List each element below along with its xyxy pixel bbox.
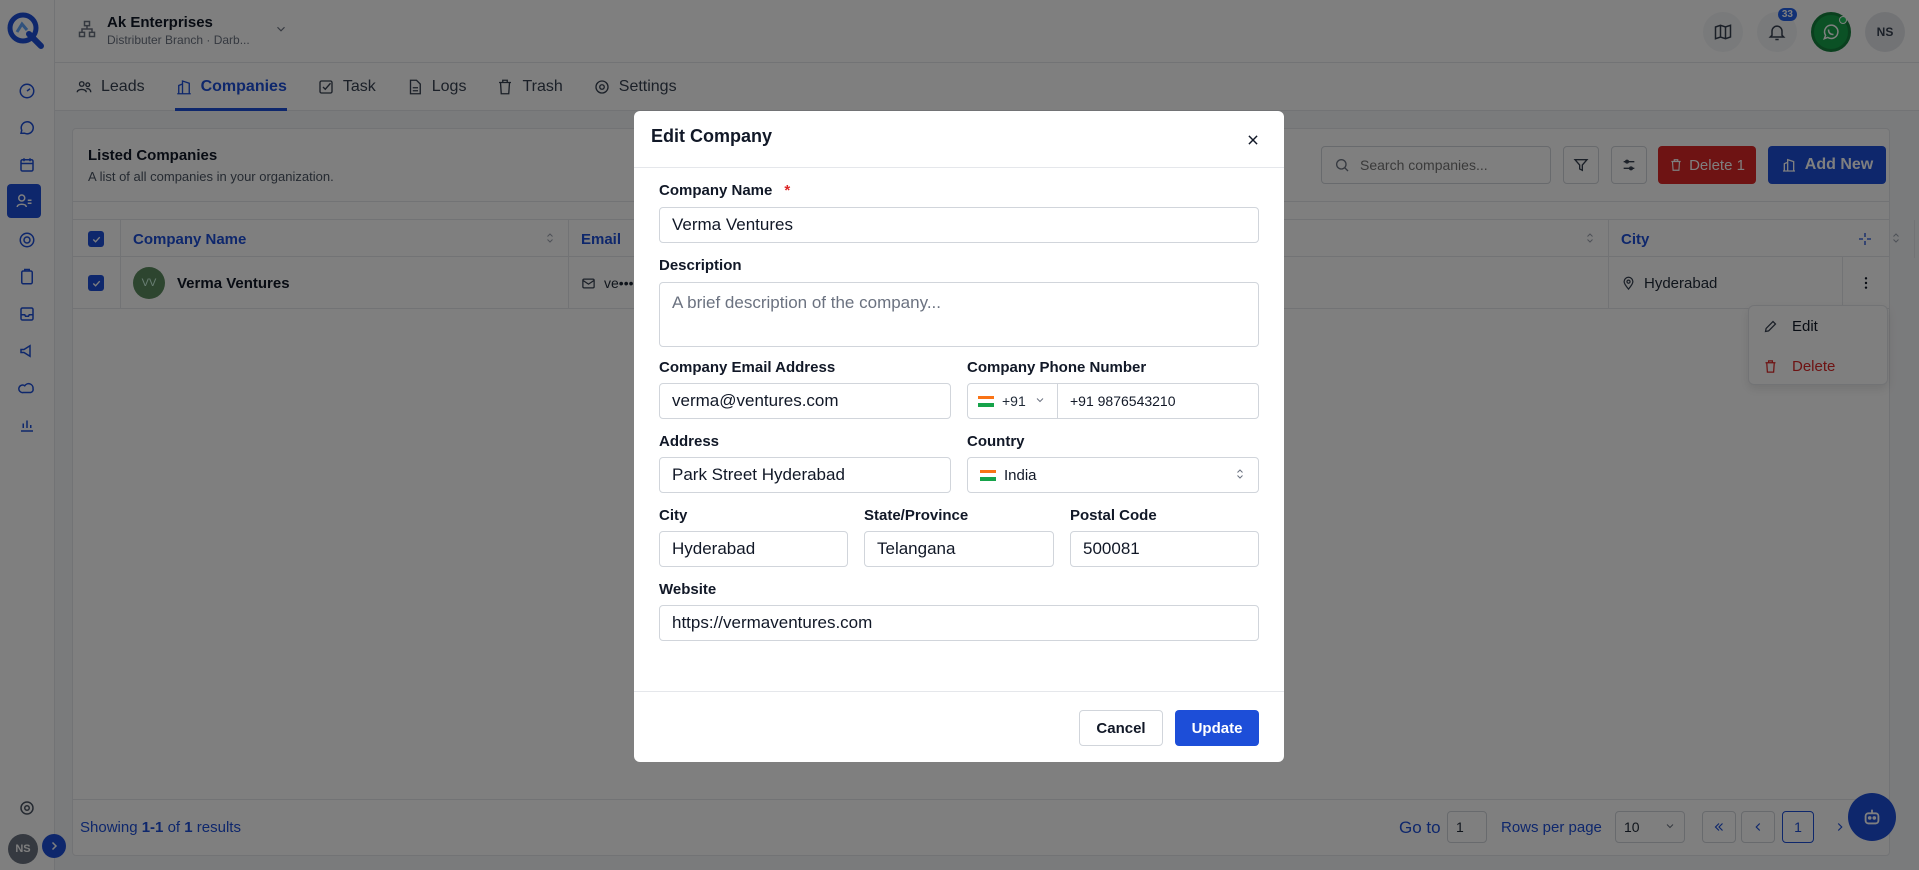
phone-country-code-select[interactable]: +91 [967, 383, 1058, 419]
company-name-input[interactable]: Verma Ventures [659, 207, 1259, 243]
city-label: City [659, 507, 688, 524]
phone-code-value: +91 [1002, 393, 1026, 409]
phone-label: Company Phone Number [967, 359, 1147, 376]
email-label: Company Email Address [659, 359, 836, 376]
phone-input[interactable]: +91 9876543210 [1057, 383, 1259, 419]
close-button[interactable] [1244, 131, 1262, 149]
country-label: Country [967, 433, 1025, 450]
city-input[interactable]: Hyderabad [659, 531, 848, 567]
description-textarea[interactable]: A brief description of the company... [659, 282, 1259, 347]
country-value: India [1004, 466, 1037, 484]
update-button[interactable]: Update [1175, 710, 1259, 746]
india-flag-icon [978, 395, 994, 407]
postal-label: Postal Code [1070, 507, 1157, 524]
state-input[interactable]: Telangana [864, 531, 1054, 567]
required-asterisk: * [784, 182, 791, 199]
edit-company-modal: Edit Company Company Name * Verma Venture… [634, 111, 1284, 762]
email-input[interactable]: verma@ventures.com [659, 383, 951, 419]
modal-footer: Cancel Update [634, 691, 1284, 762]
description-label: Description [659, 257, 742, 274]
postal-code-input[interactable]: 500081 [1070, 531, 1259, 567]
modal-title: Edit Company [651, 126, 773, 146]
country-select[interactable]: India [967, 457, 1259, 493]
close-icon [1248, 135, 1258, 145]
address-label: Address [659, 433, 720, 450]
chevron-up-down-icon [1234, 467, 1246, 484]
cancel-button[interactable]: Cancel [1079, 710, 1163, 746]
website-label: Website [659, 581, 717, 598]
company-name-label: Company Name * [659, 182, 791, 199]
website-input[interactable]: https://vermaventures.com [659, 605, 1259, 641]
chevron-down-icon [1034, 393, 1046, 409]
state-label: State/Province [864, 507, 969, 524]
address-input[interactable]: Park Street Hyderabad [659, 457, 951, 493]
india-flag-icon [980, 469, 996, 481]
